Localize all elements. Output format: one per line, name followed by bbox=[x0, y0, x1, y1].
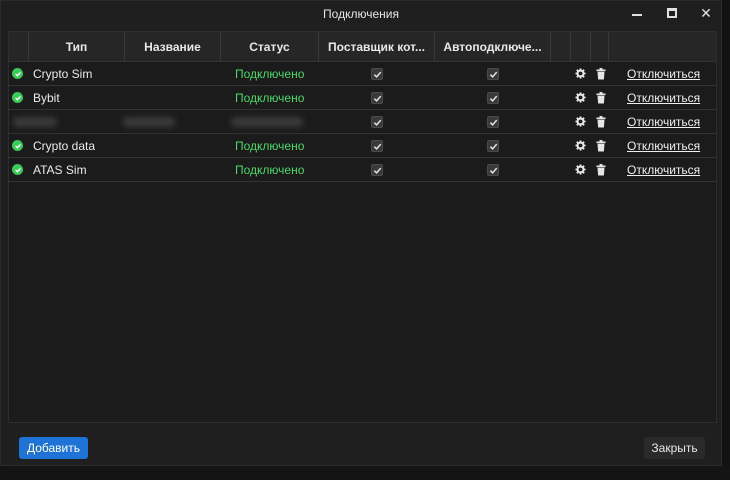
row-type: Crypto Sim bbox=[33, 67, 93, 81]
background-window-edge bbox=[722, 0, 730, 466]
column-header-status[interactable]: Статус bbox=[221, 32, 319, 62]
provider-checkbox[interactable] bbox=[371, 116, 383, 128]
minimize-icon bbox=[632, 14, 642, 16]
disconnect-link[interactable]: Отключиться bbox=[627, 134, 700, 158]
column-header-provider[interactable]: Поставщик кот... bbox=[319, 32, 435, 62]
connections-window: Подключения ✕ Тип Название Статус Постав… bbox=[0, 0, 722, 466]
provider-checkbox[interactable] bbox=[371, 68, 383, 80]
table-row[interactable]: Отключиться bbox=[9, 110, 716, 134]
trash-icon[interactable] bbox=[596, 164, 606, 176]
row-status: Подключено bbox=[235, 91, 305, 105]
gear-icon[interactable] bbox=[575, 140, 586, 151]
title-bar: Подключения ✕ bbox=[1, 1, 721, 27]
table-row[interactable]: Bybit Подключено Отключиться bbox=[9, 86, 716, 110]
minimize-button[interactable] bbox=[621, 3, 653, 23]
trash-icon[interactable] bbox=[596, 140, 606, 152]
redacted-type bbox=[13, 117, 57, 127]
add-button[interactable]: Добавить bbox=[19, 437, 88, 459]
trash-icon[interactable] bbox=[596, 116, 606, 128]
column-header-type[interactable]: Тип bbox=[29, 32, 125, 62]
autoconnect-checkbox[interactable] bbox=[487, 116, 499, 128]
column-header-extra bbox=[591, 32, 609, 62]
maximize-button[interactable] bbox=[656, 3, 688, 23]
check-circle-icon bbox=[12, 68, 23, 79]
close-icon: ✕ bbox=[700, 5, 712, 21]
row-status: Подключено bbox=[235, 67, 305, 81]
gear-icon[interactable] bbox=[575, 92, 586, 103]
close-window-button[interactable]: ✕ bbox=[690, 3, 722, 23]
trash-icon[interactable] bbox=[596, 68, 606, 80]
gear-icon[interactable] bbox=[575, 164, 586, 175]
autoconnect-checkbox[interactable] bbox=[487, 164, 499, 176]
disconnect-link[interactable]: Отключиться bbox=[627, 110, 700, 134]
table-row[interactable]: ATAS Sim Подключено Отключиться bbox=[9, 158, 716, 182]
column-header-autoconnect[interactable]: Автоподключе... bbox=[435, 32, 551, 62]
disconnect-link[interactable]: Отключиться bbox=[627, 62, 700, 86]
header-spacer bbox=[9, 32, 29, 62]
disconnect-link[interactable]: Отключиться bbox=[627, 158, 700, 182]
autoconnect-checkbox[interactable] bbox=[487, 140, 499, 152]
gear-icon[interactable] bbox=[575, 116, 586, 127]
row-type: ATAS Sim bbox=[33, 163, 87, 177]
redacted-name bbox=[123, 117, 175, 127]
table-header: Тип Название Статус Поставщик кот... Авт… bbox=[9, 32, 716, 62]
provider-checkbox[interactable] bbox=[371, 140, 383, 152]
redacted-status bbox=[231, 117, 303, 127]
table-row[interactable]: Crypto data Подключено Отключиться bbox=[9, 134, 716, 158]
trash-icon[interactable] bbox=[596, 92, 606, 104]
autoconnect-checkbox[interactable] bbox=[487, 68, 499, 80]
background-app-strip bbox=[0, 466, 730, 480]
maximize-icon bbox=[667, 8, 677, 18]
row-type: Crypto data bbox=[33, 139, 96, 153]
provider-checkbox[interactable] bbox=[371, 92, 383, 104]
check-circle-icon bbox=[12, 140, 23, 151]
column-header-settings bbox=[551, 32, 571, 62]
check-circle-icon bbox=[12, 164, 23, 175]
window-title: Подключения bbox=[323, 7, 399, 21]
column-header-name[interactable]: Название bbox=[125, 32, 221, 62]
disconnect-link[interactable]: Отключиться bbox=[627, 86, 700, 110]
close-button[interactable]: Закрыть bbox=[644, 437, 705, 459]
table-row[interactable]: Crypto Sim Подключено Отключиться bbox=[9, 62, 716, 86]
autoconnect-checkbox[interactable] bbox=[487, 92, 499, 104]
gear-icon[interactable] bbox=[575, 68, 586, 79]
row-status: Подключено bbox=[235, 163, 305, 177]
row-type: Bybit bbox=[33, 91, 60, 105]
check-circle-icon bbox=[12, 92, 23, 103]
column-header-delete bbox=[571, 32, 591, 62]
provider-checkbox[interactable] bbox=[371, 164, 383, 176]
row-status: Подключено bbox=[235, 139, 305, 153]
connections-table: Тип Название Статус Поставщик кот... Авт… bbox=[8, 31, 717, 423]
